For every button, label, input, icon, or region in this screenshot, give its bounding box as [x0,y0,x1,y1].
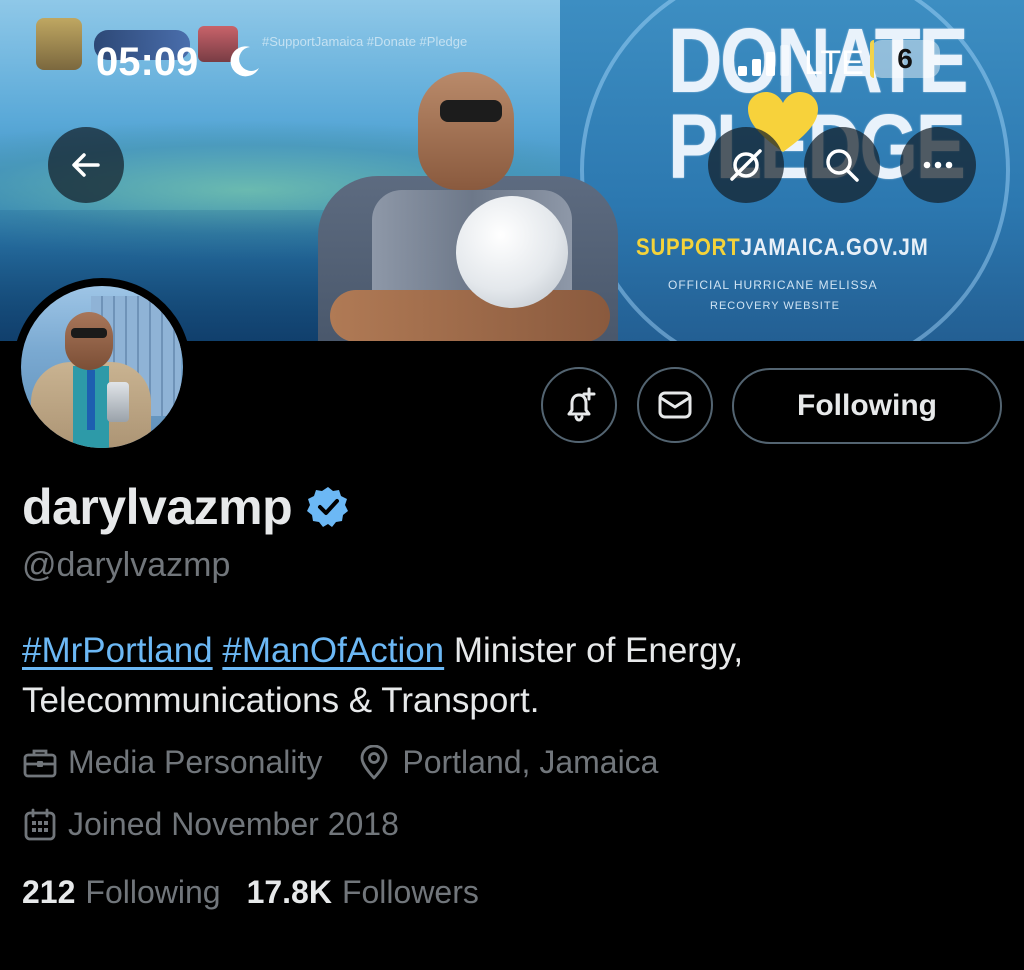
profile-joined-row: Joined November 2018 [22,806,433,843]
battery-indicator: 6 [870,40,940,78]
profile-bio: #MrPortland #ManOfAction Minister of Ene… [22,626,1002,726]
arrow-left-icon [72,153,100,177]
profile-joined: Joined November 2018 [22,806,399,843]
following-label: Following [85,874,221,910]
battery-level: 6 [897,43,913,74]
profile-meta-row: Media Personality Portland, Jamaica [22,744,692,781]
following-count: 212 [22,874,76,910]
following-button[interactable]: Following [732,368,1002,444]
banner-tagline-2: RECOVERY WEBSITE [710,300,840,312]
more-options-button[interactable] [900,127,976,203]
profile-category-label: Media Personality [68,744,323,780]
back-button[interactable] [48,127,124,203]
profile-location-label: Portland, Jamaica [402,744,659,780]
envelope-icon [658,391,692,419]
grok-icon [730,149,762,181]
avatar-trophy [107,382,129,422]
search-icon [826,149,859,182]
banner-person-arms [330,290,610,341]
profile-avatar[interactable] [13,278,191,456]
followers-count-link[interactable]: 17.8K Followers [247,874,479,911]
followers-label: Followers [341,874,479,910]
profile-joined-label: Joined November 2018 [68,806,399,842]
more-horizontal-icon [923,161,953,169]
banner-person-sunglasses [440,100,502,122]
banner-tagline-1: OFFICIAL HURRICANE MELISSA [668,278,878,292]
banner-website-highlight: SUPPORT [636,234,741,261]
signal-strength-icon [738,45,789,76]
display-name: darylvazmp [22,479,293,535]
bio-hashtag-link[interactable]: #MrPortland [22,631,213,670]
notifications-button[interactable] [541,367,617,443]
followers-count: 17.8K [246,874,332,910]
banner-website: SUPPORTJAMAICA.GOV.JM [636,234,929,262]
calendar-icon [24,808,56,840]
profile-category: Media Personality [22,744,322,781]
network-type-label: LTE [804,44,864,82]
bio-hashtag-link[interactable]: #ManOfAction [222,631,444,670]
grok-button[interactable] [708,127,784,203]
location-pin-icon [360,744,388,779]
status-time: 05:09 [96,40,199,84]
avatar-person-sunglasses [71,328,107,338]
user-handle: @darylvazmp [22,546,231,584]
profile-location: Portland, Jamaica [356,744,658,781]
moon-icon [230,46,259,77]
banner-person-head [418,72,514,190]
bell-plus-icon [567,387,596,422]
following-count-link[interactable]: 212 Following [22,874,221,911]
hard-hat-image [456,196,568,308]
briefcase-icon [23,749,57,777]
display-name-row: darylvazmp [22,478,350,536]
message-button[interactable] [637,367,713,443]
profile-stats: 212 Following 17.8K Followers [22,874,505,911]
banner-website-rest: JAMAICA.GOV.JM [740,234,929,261]
verified-badge-icon[interactable] [306,485,350,529]
avatar-photo [21,286,183,448]
search-button[interactable] [804,127,880,203]
avatar-person-head [65,312,113,370]
banner-hashtags: #SupportJamaica #Donate #Pledge [262,34,468,49]
coat-of-arms-logo [36,18,82,70]
avatar-person-lanyard [87,370,95,430]
